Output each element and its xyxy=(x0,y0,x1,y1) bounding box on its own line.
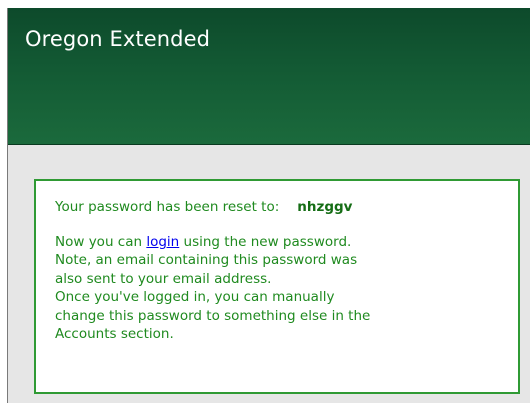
reset-notice: Your password has been reset to: nhzggv xyxy=(55,198,500,217)
app-window: Oregon Extended Your password has been r… xyxy=(7,8,530,403)
info-line-6: Accounts section. xyxy=(55,326,174,342)
info-line-1-after: using the new password. xyxy=(179,233,352,250)
page-header: Oregon Extended xyxy=(8,8,530,145)
info-line-1: Now you can login using the new password… xyxy=(55,233,500,252)
info-line-2: Note, an email containing this password … xyxy=(55,252,358,268)
login-link[interactable]: login xyxy=(146,234,179,250)
info-line-5: change this password to something else i… xyxy=(55,307,371,324)
info-line-1-before: Now you can xyxy=(55,233,147,250)
info-line-4: Once you've logged in, you can manually xyxy=(55,289,335,305)
reset-label: Your password has been reset to: xyxy=(55,199,280,215)
info-text: Now you can login using the new password… xyxy=(55,233,500,344)
main-content: Your password has been reset to: nhzggv N… xyxy=(8,145,530,403)
new-password: nhzggv xyxy=(297,199,353,215)
info-line-3: also sent to your email address. xyxy=(55,270,272,287)
app-title: Oregon Extended xyxy=(25,27,211,51)
password-reset-message: Your password has been reset to: nhzggv N… xyxy=(34,179,520,394)
